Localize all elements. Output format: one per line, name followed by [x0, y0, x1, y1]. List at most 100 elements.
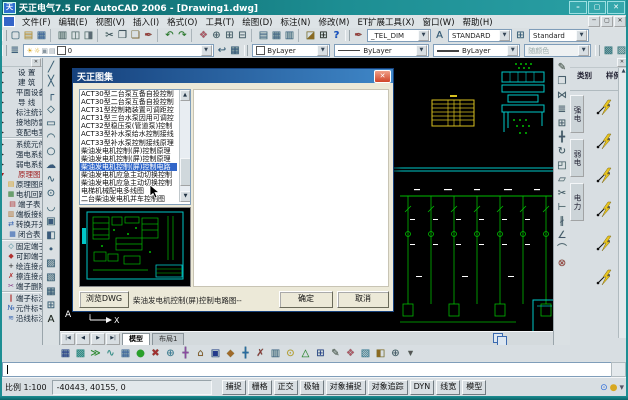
plot-preview-icon[interactable]: ◫: [69, 29, 82, 42]
atlas-list-item[interactable]: 二台柴油发电机并车控制图: [80, 195, 177, 203]
redo-icon[interactable]: ↷: [176, 29, 192, 42]
calculator-icon[interactable]: ⊞: [317, 29, 330, 42]
te-diamond-tool-icon[interactable]: ◆: [223, 346, 238, 360]
ok-button[interactable]: 确定: [279, 291, 333, 308]
new-icon[interactable]: ▢: [9, 29, 22, 42]
te-wave-tool-icon[interactable]: ∿: [103, 346, 118, 360]
tab-nav-button[interactable]: ◀: [76, 333, 90, 345]
switch-symbol-2[interactable]: [595, 133, 617, 153]
toolbar-grip[interactable]: [2, 30, 7, 41]
text-style-dropdown[interactable]: STANDARD ▼: [448, 29, 512, 42]
revcloud-icon[interactable]: ☁: [44, 158, 58, 172]
status-toggle-button[interactable]: 栅格: [248, 380, 272, 395]
browse-dwg-button[interactable]: 浏览DWG: [79, 291, 129, 308]
publish-icon[interactable]: ◨: [82, 29, 98, 42]
spline-icon[interactable]: ∿: [44, 172, 58, 186]
te-dot-tool-icon[interactable]: ⊙: [283, 346, 298, 360]
te-tri-tool-icon[interactable]: △: [298, 346, 313, 360]
scale-indicator[interactable]: 比例 1:100: [0, 382, 52, 393]
toolbar-grip[interactable]: [244, 45, 249, 56]
te-grid2-tool-icon[interactable]: ⊞: [313, 346, 328, 360]
sidebar-item[interactable]: ◆ 可卸端子: [0, 251, 42, 261]
command-scrollbar[interactable]: [611, 362, 626, 377]
polyline-icon[interactable]: ┌: [44, 88, 58, 102]
te-delete-tool-icon[interactable]: ✖: [148, 346, 163, 360]
toolbar-grip[interactable]: [345, 30, 350, 41]
hatch-icon[interactable]: ▨: [44, 256, 58, 270]
region-icon[interactable]: ▦: [44, 284, 58, 298]
lineweight-dropdown[interactable]: ByLayer ▼: [433, 44, 520, 57]
menu-item[interactable]: 插入(I): [129, 18, 163, 28]
color-dropdown[interactable]: ByLayer ▼: [252, 44, 330, 57]
te-circle-tool-icon[interactable]: ●: [133, 346, 148, 360]
sidebar-item[interactable]: ✂ 端子删除: [0, 281, 42, 292]
dim-style-dropdown[interactable]: _TEL_DIM ▼: [367, 29, 431, 42]
offset-icon[interactable]: ≣: [555, 102, 569, 116]
copy-object-icon[interactable]: ❐: [555, 74, 569, 88]
status-toggle-button[interactable]: 极轴: [300, 380, 324, 395]
make-block-icon[interactable]: ◧: [44, 228, 58, 242]
arc-icon[interactable]: ◠: [44, 130, 58, 144]
switch-symbol-6[interactable]: [595, 269, 617, 289]
atlas-list-item[interactable]: ACT32型稳压泵(管道泵)控制: [80, 122, 177, 130]
sidebar-item[interactable]: + 绘连接点: [0, 261, 42, 271]
atlas-list-item[interactable]: ACT30型二台泵互备自投控制: [80, 98, 177, 106]
maximize-button[interactable]: ▢: [588, 1, 606, 14]
dialog-close-icon[interactable]: ✕: [374, 70, 391, 83]
atlas-list-item[interactable]: 柴油发电机应急主动切换控制: [80, 171, 177, 179]
zoom-realtime-icon[interactable]: ⊕: [210, 29, 223, 42]
atlas-list-item[interactable]: ACT31型控制箱装置可调距控: [80, 106, 177, 114]
sidebar-item[interactable]: ▥ 端板接线: [0, 209, 42, 219]
sidebar-item[interactable]: ‖ 端子标注: [0, 293, 42, 303]
mdi-close-button[interactable]: ✕: [614, 16, 626, 27]
layer-previous-icon[interactable]: ↩: [216, 44, 229, 57]
status-toggle-button[interactable]: 捕捉: [222, 380, 246, 395]
sidebar-item[interactable]: ▦ 电机回路: [0, 189, 42, 199]
te-hatch-tool-icon[interactable]: ▧: [358, 346, 373, 360]
drawing-thumbnail[interactable]: [79, 207, 191, 287]
layer-dropdown[interactable]: ☀☼▣▤ 0 ▼: [23, 44, 214, 57]
menu-item[interactable]: 修改(M): [314, 18, 353, 28]
mtext-icon[interactable]: A: [44, 312, 58, 326]
scroll-up-icon[interactable]: ▲: [180, 90, 190, 101]
extend-icon[interactable]: ⊢: [555, 200, 569, 214]
sidebar-item[interactable]: ▤ 原理图库: [0, 179, 42, 189]
paste-icon[interactable]: ❏: [129, 29, 142, 42]
status-menu-icon[interactable]: ▾: [619, 383, 624, 393]
plot-icon[interactable]: ▥: [56, 29, 69, 42]
switch-symbol-3[interactable]: [595, 167, 617, 187]
status-toggle-button[interactable]: 对象捕捉: [326, 380, 366, 395]
trim-icon[interactable]: ✂: [555, 186, 569, 200]
minimize-button[interactable]: –: [569, 1, 587, 14]
atlas-list-item[interactable]: ACT30型二台泵互备自投控制: [80, 90, 177, 98]
menu-item[interactable]: ET扩展工具(X): [353, 18, 418, 28]
scroll-down-icon[interactable]: ▼: [180, 191, 191, 202]
palette-tab[interactable]: 电力: [570, 183, 584, 221]
status-toggle-button[interactable]: 线宽: [436, 380, 460, 395]
dialog-titlebar[interactable]: 天正图集 ✕: [73, 69, 393, 83]
menu-item[interactable]: 工具(T): [201, 18, 238, 28]
sidebar-item[interactable]: № 元件标号: [0, 303, 42, 313]
menu-item[interactable]: 帮助(H): [459, 18, 497, 28]
toolbar-lock-icon[interactable]: ●: [610, 383, 618, 393]
menu-item[interactable]: 标注(N): [276, 18, 314, 28]
te-grid-tool-icon[interactable]: ▦: [58, 346, 73, 360]
plotstyle-dropdown[interactable]: 随颜色 ▼: [524, 44, 591, 57]
te-save-tool-icon[interactable]: ▦: [118, 346, 133, 360]
menu-item[interactable]: 绘图(D): [238, 18, 276, 28]
markup-icon[interactable]: ◪: [304, 29, 317, 42]
designcenter-icon[interactable]: ▦: [270, 29, 283, 42]
table-icon[interactable]: ⊞: [44, 298, 58, 312]
cut-icon[interactable]: ✂: [103, 29, 116, 42]
rotate-icon[interactable]: ↻: [555, 144, 569, 158]
sidebar-item[interactable]: ▸ 建 筑: [0, 77, 42, 87]
sidebar-item[interactable]: ▸ 导 线: [0, 97, 42, 107]
menu-item[interactable]: 编辑(E): [55, 18, 92, 28]
menu-item[interactable]: 格式(O): [163, 18, 201, 28]
te-block-tool-icon[interactable]: ▣: [208, 346, 223, 360]
te-arrow-tool-icon[interactable]: ≫: [88, 346, 103, 360]
atlas-list-item[interactable]: ACT33型补水泵给水控制接线: [80, 130, 177, 138]
te-zoom-tool-icon[interactable]: ⊕: [388, 346, 403, 360]
command-input[interactable]: [2, 362, 612, 377]
sidebar-item[interactable]: ▸ 标注统计: [0, 107, 42, 117]
